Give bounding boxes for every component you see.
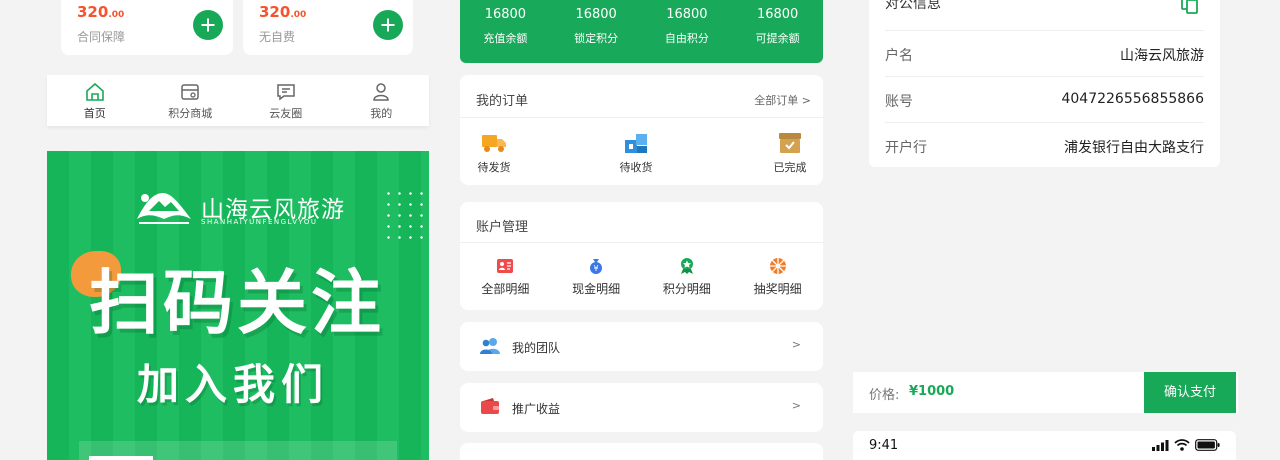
product-cards: 320.00 合同保障 320.00 无自费 <box>47 0 429 75</box>
points-details-item[interactable]: 积分明细 <box>642 243 733 310</box>
package-icon <box>625 134 647 153</box>
balance-summary: 16800 充值余额 16800 锁定积分 16800 自由积分 16800 可… <box>460 0 823 63</box>
bottom-tabbar: 首页 积分商城 云友圈 我的 <box>47 75 429 126</box>
card-header: 我的订单 全部订单 > <box>460 75 823 118</box>
all-orders-link[interactable]: 全部订单 > <box>754 92 811 108</box>
product-price: 320.00 <box>259 3 307 21</box>
brand-name-pinyin: SHANHAIYUNFENGLVYOU <box>201 218 318 226</box>
box-check-icon <box>779 133 801 153</box>
chat-icon <box>277 84 295 101</box>
add-button[interactable] <box>193 10 223 40</box>
medal-icon <box>680 258 693 274</box>
left-panel: 320.00 合同保障 320.00 无自费 首页 积分商城 云友圈 我的 山海… <box>47 0 429 460</box>
promotion-income-row[interactable]: 推广收益 > <box>460 383 823 432</box>
payment-bar: 价格: ¥1000 确认支付 <box>853 372 1238 413</box>
add-button[interactable] <box>373 10 403 40</box>
money-bag-icon: ¥ <box>590 259 603 274</box>
shop-icon <box>181 84 199 100</box>
product-card-no-fee[interactable]: 320.00 无自费 <box>243 0 413 55</box>
list-item[interactable] <box>460 443 823 460</box>
team-icon <box>480 338 500 354</box>
balance-recharge[interactable]: 16800 充值余额 <box>460 0 551 63</box>
status-icons <box>1152 439 1220 451</box>
home-icon <box>85 82 104 101</box>
lottery-details-item[interactable]: 抽奖明细 <box>732 243 823 310</box>
card-title: 我的订单 <box>476 94 529 109</box>
all-details-item[interactable]: 全部明细 <box>460 243 551 310</box>
card-title: 账户管理 <box>476 220 529 235</box>
account-management-card: 账户管理 全部明细 ¥ 现金明细 积分明细 抽奖明细 <box>460 202 823 310</box>
card-header: 账户管理 <box>460 202 823 243</box>
row-label: 推广收益 <box>512 402 561 416</box>
bank-branch-row: 开户行 浦发银行自由大路支行 <box>885 122 1204 168</box>
wallet-icon <box>481 398 499 414</box>
product-desc: 合同保障 <box>77 30 126 44</box>
tab-circle[interactable]: 云友圈 <box>238 75 334 126</box>
product-price: 320.00 <box>77 3 125 21</box>
tab-mine[interactable]: 我的 <box>334 75 430 126</box>
signal-icon <box>1152 439 1169 451</box>
status-time: 9:41 <box>869 438 899 453</box>
corporate-info-title: 对公信息 <box>885 0 941 12</box>
truck-icon <box>482 135 506 152</box>
my-orders-card: 我的订单 全部订单 > 待发货 待收货 已完成 <box>460 75 823 185</box>
balance-free-points[interactable]: 16800 自由积分 <box>642 0 733 63</box>
qr-code <box>89 456 153 460</box>
user-icon <box>373 83 390 101</box>
mountain-logo-icon <box>137 193 191 224</box>
wifi-icon <box>1174 439 1190 451</box>
right-panel: 对公信息 户名 山海云风旅游 账号 4047226556855866 开户行 浦… <box>853 0 1238 413</box>
cash-details-item[interactable]: ¥ 现金明细 <box>551 243 642 310</box>
price-label: 价格: <box>869 388 900 403</box>
chevron-right-icon: > <box>791 338 801 351</box>
poster-headline: 扫码关注 <box>89 262 385 344</box>
copy-icon[interactable] <box>1180 0 1200 14</box>
product-card-contract[interactable]: 320.00 合同保障 <box>61 0 233 55</box>
id-card-icon <box>497 259 514 273</box>
poster-subline: 加入我们 <box>137 360 330 409</box>
confirm-pay-button[interactable]: 确认支付 <box>1144 372 1236 413</box>
my-team-row[interactable]: 我的团队 > <box>460 322 823 371</box>
account-detail-list: 全部明细 ¥ 现金明细 积分明细 抽奖明细 <box>460 243 823 310</box>
order-status-list: 待发货 待收货 已完成 <box>460 118 823 184</box>
tab-shop[interactable]: 积分商城 <box>143 75 239 126</box>
svg-text:¥: ¥ <box>594 264 599 273</box>
tab-home[interactable]: 首页 <box>47 75 143 126</box>
order-completed[interactable]: 已完成 <box>760 132 820 175</box>
follow-poster: 山海云风旅游 SHANHAIYUNFENGLVYOU 扫码关注 加入我们 <box>47 151 429 460</box>
balance-locked-points[interactable]: 16800 锁定积分 <box>551 0 642 63</box>
corporate-info-card: 对公信息 户名 山海云风旅游 账号 4047226556855866 开户行 浦… <box>869 0 1220 167</box>
status-bar: 9:41 <box>853 431 1236 460</box>
price-value: ¥1000 <box>909 384 955 399</box>
dot-pattern <box>383 188 427 240</box>
battery-icon <box>1195 439 1220 451</box>
wheel-icon <box>769 258 786 274</box>
account-number-row: 账号 4047226556855866 <box>885 76 1204 122</box>
order-pending-receipt[interactable]: 待收货 <box>606 132 666 175</box>
chevron-right-icon: > <box>791 399 801 412</box>
row-label: 我的团队 <box>512 341 561 355</box>
account-name-row: 户名 山海云风旅游 <box>885 30 1204 76</box>
balance-withdrawable[interactable]: 16800 可提余额 <box>732 0 823 63</box>
order-pending-shipment[interactable]: 待发货 <box>464 132 524 175</box>
product-desc: 无自费 <box>259 30 296 44</box>
